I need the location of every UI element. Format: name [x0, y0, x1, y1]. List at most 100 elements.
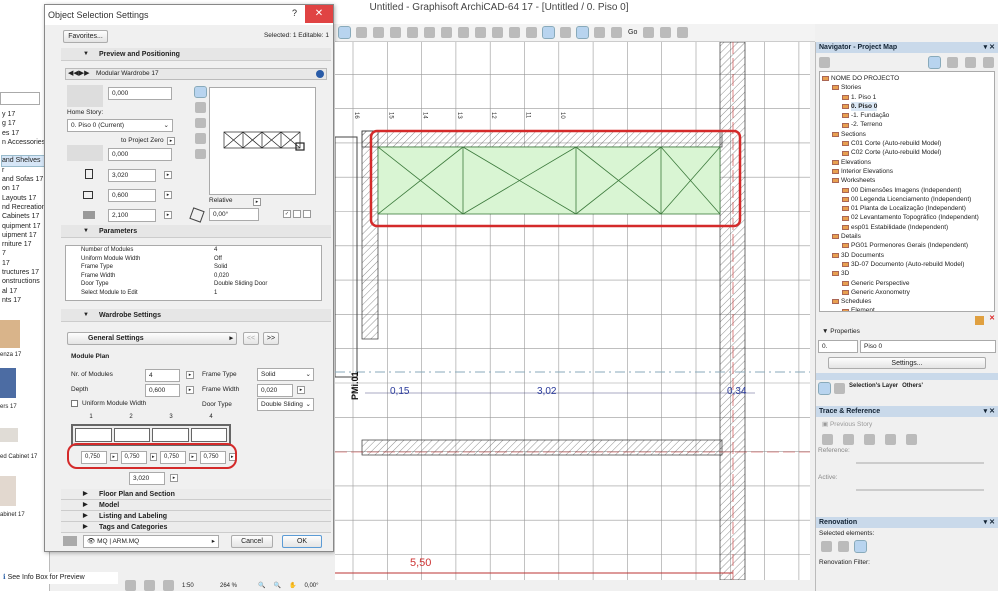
section-view-icon[interactable]	[195, 102, 206, 113]
library-folder[interactable]: on 17	[2, 184, 48, 193]
library-folder[interactable]: n Accessories	[2, 138, 48, 147]
overall-dimension-label[interactable]: 5,50	[410, 557, 431, 569]
zoom-field[interactable]: 264 %	[220, 583, 250, 589]
tree-item[interactable]: Sections	[822, 130, 992, 139]
library-folder[interactable]: Layouts 17	[2, 194, 48, 203]
info-icon[interactable]	[316, 70, 324, 78]
parameters-table[interactable]: Number of Modules 4 Uniform Module Width Of…	[65, 245, 322, 301]
module-box[interactable]	[75, 428, 112, 442]
section-parameters[interactable]: ▼ Parameters	[61, 225, 331, 238]
tree-item[interactable]: 01 Planta de Localização (Independent)	[822, 204, 992, 213]
plan-view-icon[interactable]	[194, 85, 207, 99]
copy-icon[interactable]	[526, 27, 537, 38]
nr-modules-input[interactable]: 4	[145, 369, 180, 382]
zoom-in-icon[interactable]: 🔍	[258, 582, 265, 589]
cancel-button[interactable]: Cancel	[231, 535, 273, 548]
width-link[interactable]: ▸	[164, 171, 172, 179]
properties-toggle[interactable]: ▼ Properties	[816, 328, 998, 338]
house-icon[interactable]	[509, 27, 520, 38]
pan-icon[interactable]: ✋	[289, 582, 296, 589]
trace-source[interactable]: ▣ Previous Story	[816, 417, 998, 431]
move-icon[interactable]	[843, 434, 854, 445]
layer-select[interactable]: 👁 MQ | ARM.MQ ▸	[83, 535, 219, 548]
library-folder[interactable]: g 17	[2, 119, 48, 128]
library-folder[interactable]: quipment 17	[2, 222, 48, 231]
floor-plan-canvas[interactable]: 16 15 14 13 12 11 10 0,15 3,02 0,34 PMi.01 5,5…	[335, 42, 810, 580]
relative-toggle[interactable]: ▸	[253, 198, 261, 206]
marquee-icon[interactable]	[356, 27, 367, 38]
collapsed-section[interactable]: ▶ Model	[61, 500, 331, 511]
library-folder[interactable]: 7	[2, 249, 48, 258]
publisher-icon[interactable]	[983, 56, 994, 68]
trace-icon[interactable]	[822, 434, 833, 445]
wall-right[interactable]	[719, 42, 746, 580]
frame-width-link[interactable]: ▸	[297, 386, 305, 394]
parameter-row[interactable]: Select Module to Edit 1	[66, 289, 321, 298]
library-folder[interactable]: r	[2, 166, 48, 175]
library-folder[interactable]: nts 17	[2, 296, 48, 305]
tree-item[interactable]: Generic Axonometry	[822, 288, 992, 297]
library-folder[interactable]: and Shelves	[1, 155, 49, 167]
height-input[interactable]: 2,100	[108, 209, 156, 222]
lock-layer-icon[interactable]	[834, 383, 845, 394]
model-view-icon[interactable]	[163, 580, 174, 591]
tree-item[interactable]: NOME DO PROJECTO	[822, 74, 992, 83]
section-wardrobe-settings[interactable]: ▼ Wardrobe Settings	[61, 309, 331, 322]
layer-combo-icon[interactable]	[125, 580, 136, 591]
project-map-icon[interactable]	[928, 55, 941, 69]
frame-type-select[interactable]: Solid ⌄	[257, 368, 314, 381]
view-map-icon[interactable]	[947, 56, 958, 68]
new-icon[interactable]	[854, 540, 867, 553]
existing-icon[interactable]	[821, 541, 832, 552]
favorites-button[interactable]: Favorites...	[63, 30, 108, 43]
tree-item[interactable]: C01 Corte (Auto-rebuild Model)	[822, 139, 992, 148]
next-page-button[interactable]: >>	[263, 332, 279, 345]
library-folder[interactable]: es 17	[2, 129, 48, 138]
pen-icon[interactable]	[424, 27, 435, 38]
object-thumbnail[interactable]	[0, 320, 20, 348]
tree-item[interactable]: Schedules	[822, 297, 992, 306]
delete-icon[interactable]: ✕	[989, 314, 995, 322]
tree-item[interactable]: Generic Perspective	[822, 279, 992, 288]
nr-modules-link[interactable]: ▸	[186, 371, 194, 379]
total-width-link[interactable]: ▸	[170, 474, 178, 482]
prev-next-object-icon[interactable]: ◀◀▶▶	[68, 69, 90, 79]
tree-item[interactable]: -2. Terreno	[822, 120, 992, 129]
page-select[interactable]: General Settings ▸	[67, 332, 237, 345]
parameter-row[interactable]: Door Type Double Sliding Door	[66, 280, 321, 289]
dimension-icon[interactable]	[441, 27, 452, 38]
tree-item[interactable]: Worksheets	[822, 176, 992, 185]
module-depth-input[interactable]: 0,600	[145, 384, 180, 397]
collapsed-section[interactable]: ▶ Floor Plan and Section	[61, 489, 331, 500]
tree-item[interactable]: C02 Corte (Auto-rebuild Model)	[822, 148, 992, 157]
story-number-input[interactable]: 0.	[818, 340, 858, 353]
parameter-row[interactable]: Frame Type Solid	[66, 263, 321, 272]
elevation-view-icon[interactable]	[195, 148, 206, 160]
wall-bottom[interactable]	[361, 439, 723, 456]
target-icon[interactable]	[560, 27, 571, 38]
height-link[interactable]: ▸	[164, 211, 172, 219]
home-story-select[interactable]: 0. Piso 0 (Current) ⌄	[67, 119, 173, 132]
checkbox[interactable]	[71, 400, 78, 407]
arc-icon[interactable]	[492, 27, 503, 38]
teamwork-icon[interactable]	[677, 27, 689, 38]
level-icon[interactable]	[458, 27, 469, 38]
library-folder[interactable]: onstructions	[2, 277, 48, 286]
interior-elevation-marker[interactable]: PMi.01	[350, 371, 360, 400]
active-slider[interactable]	[816, 481, 998, 501]
object-thumbnail[interactable]	[0, 368, 16, 398]
door-type-select[interactable]: Double Sliding ⌄	[257, 398, 314, 411]
view-icon[interactable]	[576, 26, 589, 39]
library-folder[interactable]: 17	[2, 259, 48, 268]
window-icon[interactable]	[594, 27, 605, 38]
collapsed-section[interactable]: ▶ Tags and Categories	[61, 522, 331, 533]
publish-icon[interactable]	[660, 27, 672, 38]
checkbox-icon[interactable]: ✓	[283, 210, 291, 218]
tree-item[interactable]: 1. Piso 1	[822, 93, 992, 102]
reference-slider[interactable]	[816, 454, 998, 474]
tree-item[interactable]: 00 Legenda Licenciamento (Independent)	[822, 195, 992, 204]
color-icon[interactable]	[906, 434, 917, 445]
corner-icon[interactable]	[475, 27, 486, 38]
library-folder[interactable]: Cabinets 17	[2, 212, 48, 221]
reset-icon[interactable]	[885, 434, 896, 445]
